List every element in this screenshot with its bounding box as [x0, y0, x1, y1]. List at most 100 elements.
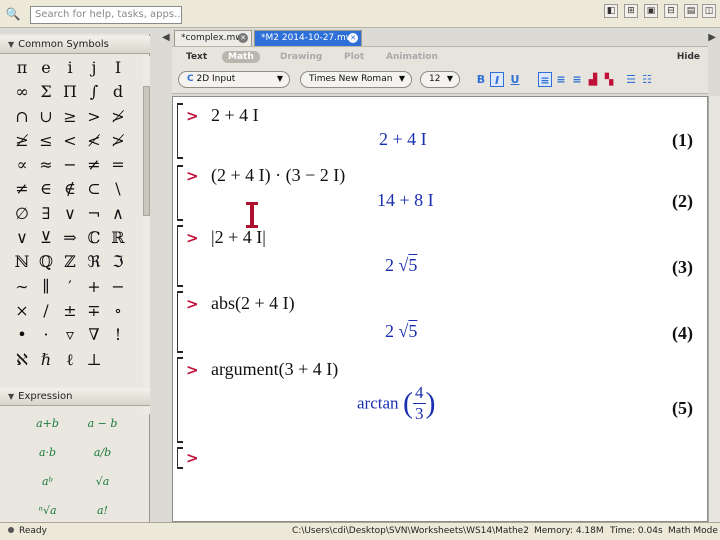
symbol-button[interactable]: ∼	[10, 275, 34, 299]
symbol-button[interactable]: ℑ	[106, 250, 130, 274]
palette-scrollbar-thumb[interactable]	[143, 86, 150, 216]
symbol-button[interactable]: ∓	[82, 299, 106, 323]
mode-math[interactable]: Math	[222, 51, 260, 63]
expression-template-button[interactable]: aᵇ	[20, 467, 75, 496]
symbol-button[interactable]: j	[82, 56, 106, 80]
symbol-button[interactable]: /	[34, 299, 58, 323]
help-search-input[interactable]: Search for help, tasks, apps...	[30, 6, 182, 24]
symbol-button[interactable]: <	[58, 129, 82, 153]
symbol-button[interactable]: Π	[58, 80, 82, 104]
math-input[interactable]: abs(2 + 4 I)	[211, 293, 295, 314]
hide-toolbar-button[interactable]: Hide	[677, 52, 700, 62]
search-icon[interactable]: 🔍	[4, 6, 22, 22]
expression-template-button[interactable]: a!	[75, 496, 130, 525]
symbol-button[interactable]: ≤	[34, 129, 58, 153]
symbol-button[interactable]: ∞	[10, 80, 34, 104]
symbol-button[interactable]: −	[58, 153, 82, 177]
symbol-button[interactable]: Σ	[34, 80, 58, 104]
symbol-button[interactable]: ⊻	[34, 226, 58, 250]
symbol-button[interactable]: ≥	[58, 105, 82, 129]
highlight-icon[interactable]: ▟	[586, 72, 600, 87]
symbol-button[interactable]: ∧	[106, 202, 130, 226]
input-mode-select[interactable]: C 2D Input ▼	[178, 71, 290, 88]
symbol-button[interactable]: ℓ	[58, 348, 82, 372]
symbol-button[interactable]: •	[10, 323, 34, 347]
symbol-button[interactable]: ℤ	[58, 250, 82, 274]
symbol-button[interactable]: ∈	[34, 177, 58, 201]
symbol-button[interactable]: ∝	[10, 153, 34, 177]
symbol-button[interactable]: ≈	[34, 153, 58, 177]
execution-group-bracket[interactable]	[177, 103, 183, 159]
symbol-button[interactable]: ≠	[82, 153, 106, 177]
align-right-icon[interactable]: ≡	[570, 72, 584, 87]
symbol-button[interactable]: ∩	[10, 105, 34, 129]
symbol-button[interactable]: ∪	[34, 105, 58, 129]
symbol-button[interactable]: ·	[34, 323, 58, 347]
execution-group-bracket[interactable]	[177, 165, 183, 221]
symbol-button[interactable]: d	[106, 80, 130, 104]
expression-template-button[interactable]: a+b	[20, 409, 75, 438]
symbol-button[interactable]: +	[82, 275, 106, 299]
symbol-button[interactable]: ∃	[34, 202, 58, 226]
symbol-button[interactable]: ℝ	[106, 226, 130, 250]
toolbar-icon-c[interactable]: ▣	[644, 4, 658, 18]
tab-m2[interactable]: *M2 2014-10-27.mw ✕	[254, 30, 362, 46]
symbol-button[interactable]: ±	[58, 299, 82, 323]
numbered-list-icon[interactable]: ☷	[640, 72, 654, 87]
symbol-button[interactable]: ′	[58, 275, 82, 299]
symbol-button[interactable]: ⊂	[82, 177, 106, 201]
bullet-list-icon[interactable]: ☰	[624, 72, 638, 87]
symbol-button[interactable]: ≯	[106, 129, 130, 153]
symbol-button[interactable]: \	[106, 177, 130, 201]
symbol-button[interactable]: =	[106, 153, 130, 177]
symbol-button[interactable]: ∇	[82, 323, 106, 347]
bold-button[interactable]: B	[474, 72, 488, 87]
symbol-button[interactable]: ≱	[10, 129, 34, 153]
math-input[interactable]: argument(3 + 4 I)	[211, 359, 338, 380]
align-left-icon[interactable]: ≡	[538, 72, 552, 87]
align-center-icon[interactable]: ≡	[554, 72, 568, 87]
symbol-button[interactable]: ∉	[58, 177, 82, 201]
tab-complex[interactable]: *complex.mw ✕	[174, 30, 252, 46]
symbol-button[interactable]: ≯	[106, 105, 130, 129]
execution-group-bracket[interactable]	[177, 291, 183, 353]
toolbar-icon-a[interactable]: ◧	[604, 4, 618, 18]
symbol-button[interactable]: ≠	[10, 177, 34, 201]
symbol-button[interactable]: ×	[10, 299, 34, 323]
symbol-button[interactable]: ℂ	[82, 226, 106, 250]
font-size-select[interactable]: 12 ▼	[420, 71, 460, 88]
symbol-button[interactable]: ⇒	[58, 226, 82, 250]
tab-scroll-right-icon[interactable]: ▶	[708, 32, 716, 43]
text-color-icon[interactable]: ▚	[602, 72, 616, 87]
expression-template-button[interactable]: a/b	[75, 438, 130, 467]
italic-button[interactable]: I	[490, 72, 504, 87]
toolbar-icon-f[interactable]: ◫	[702, 4, 716, 18]
symbol-button[interactable]: ▿	[58, 323, 82, 347]
mode-text[interactable]: Text	[186, 52, 207, 62]
close-tab-icon[interactable]: ✕	[348, 33, 358, 43]
math-input[interactable]: 2 + 4 I	[211, 105, 259, 126]
toolbar-icon-b[interactable]: ⊞	[624, 4, 638, 18]
symbol-button[interactable]: ∅	[10, 202, 34, 226]
common-symbols-palette-header[interactable]: ▼ Common Symbols	[0, 36, 150, 54]
math-input[interactable]: (2 + 4 I) · (3 − 2 I)	[211, 165, 345, 186]
symbol-button[interactable]: π	[10, 56, 34, 80]
symbol-button[interactable]: −	[106, 275, 130, 299]
close-tab-icon[interactable]: ✕	[238, 33, 248, 43]
symbol-button[interactable]: ∘	[106, 299, 130, 323]
font-select[interactable]: Times New Roman ▼	[300, 71, 412, 88]
worksheet-scrollbar[interactable]	[708, 96, 720, 522]
symbol-button[interactable]: I	[106, 56, 130, 80]
worksheet[interactable]: > 2 + 4 I 2 + 4 I (1) > (2 + 4 I) · (3 −…	[172, 96, 708, 522]
expression-template-button[interactable]: √a	[75, 467, 130, 496]
symbol-button[interactable]: ¬	[82, 202, 106, 226]
execution-group-bracket[interactable]	[177, 225, 183, 287]
mode-drawing[interactable]: Drawing	[280, 52, 322, 62]
symbol-button[interactable]: ∨	[58, 202, 82, 226]
symbol-button[interactable]: ∫	[82, 80, 106, 104]
tab-scroll-left-icon[interactable]: ◀	[162, 32, 170, 43]
expression-palette-header[interactable]: ▼ Expression	[0, 388, 150, 406]
symbol-button[interactable]: ∨	[10, 226, 34, 250]
toolbar-icon-d[interactable]: ⊟	[664, 4, 678, 18]
symbol-button[interactable]: ≮	[82, 129, 106, 153]
